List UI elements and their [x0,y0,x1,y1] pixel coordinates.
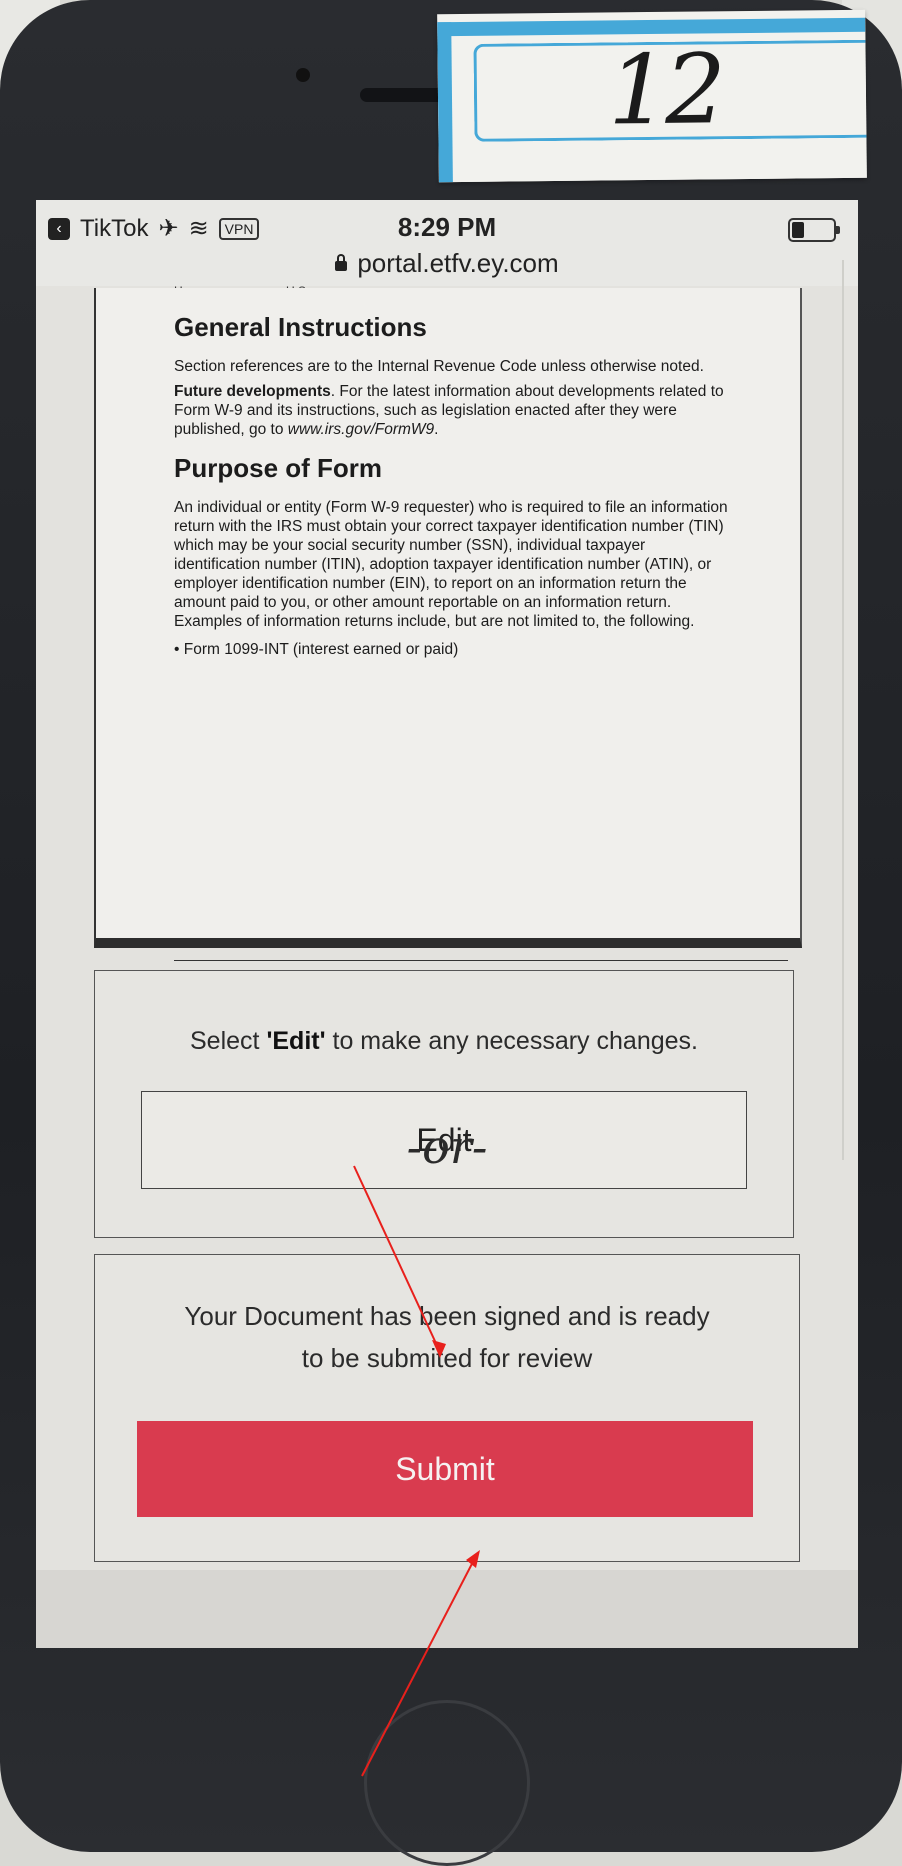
page-edge [842,260,844,1160]
heading-general-instructions: General Instructions [174,312,427,342]
edit-prompt: Select 'Edit' to make any necessary chan… [95,1027,793,1056]
edit-prompt-suffix: to make any necessary changes. [325,1027,698,1055]
submit-panel: Your Document has been signed and is rea… [94,1254,800,1562]
phone-frame: ‹ TikTok ✈ ≋ VPN 8:29 PM portal.etfv.ey.… [0,0,902,1866]
document-column: General Instructions Section references … [174,312,734,659]
status-bar: ‹ TikTok ✈ ≋ VPN 8:29 PM [36,200,858,252]
submit-message: Your Document has been signed and is rea… [115,1295,779,1379]
doc-para-purpose: An individual or entity (Form W-9 reques… [174,499,728,630]
url-bar[interactable]: portal.etfv.ey.com [36,248,858,286]
status-time: 8:29 PM [397,212,497,242]
doc-link-irs: www.irs.gov/FormW9 [287,421,435,438]
screen-bottom-area [36,1570,858,1648]
doc-para-section-refs: Section references are to the Internal R… [174,358,704,375]
battery-icon [788,218,840,242]
or-separator: -or- [406,1120,488,1174]
submit-message-line-1: Your Document has been signed and is rea… [184,1301,710,1331]
tape-sticker: 12 [437,9,867,183]
submit-button[interactable]: Submit [137,1421,753,1517]
front-camera [296,68,310,82]
edit-panel: Select 'Edit' to make any necessary chan… [94,970,794,1238]
lock-icon [335,254,348,271]
heading-purpose-of-form: Purpose of Form [174,453,383,483]
doc-para-future-developments: Future developments. For the latest info… [174,382,734,439]
home-button[interactable] [364,1700,530,1866]
w9-document-preview[interactable]: General Instructions Section references … [94,288,802,961]
edit-prompt-bold: 'Edit' [266,1027,326,1055]
doc-rule [174,960,788,961]
phone-screen: ‹ TikTok ✈ ≋ VPN 8:29 PM portal.etfv.ey.… [36,200,858,1648]
doc-bullet-1099int: • Form 1099-INT (interest earned or paid… [174,641,459,658]
edit-prompt-prefix: Select [190,1027,267,1055]
submit-message-line-2: to be submited for review [301,1343,593,1373]
doc-para-2-end: . [434,421,439,438]
sticker-number: 12 [607,33,723,147]
doc-bold-future: Future developments [174,383,331,400]
url-text[interactable]: portal.etfv.ey.com [357,248,558,278]
